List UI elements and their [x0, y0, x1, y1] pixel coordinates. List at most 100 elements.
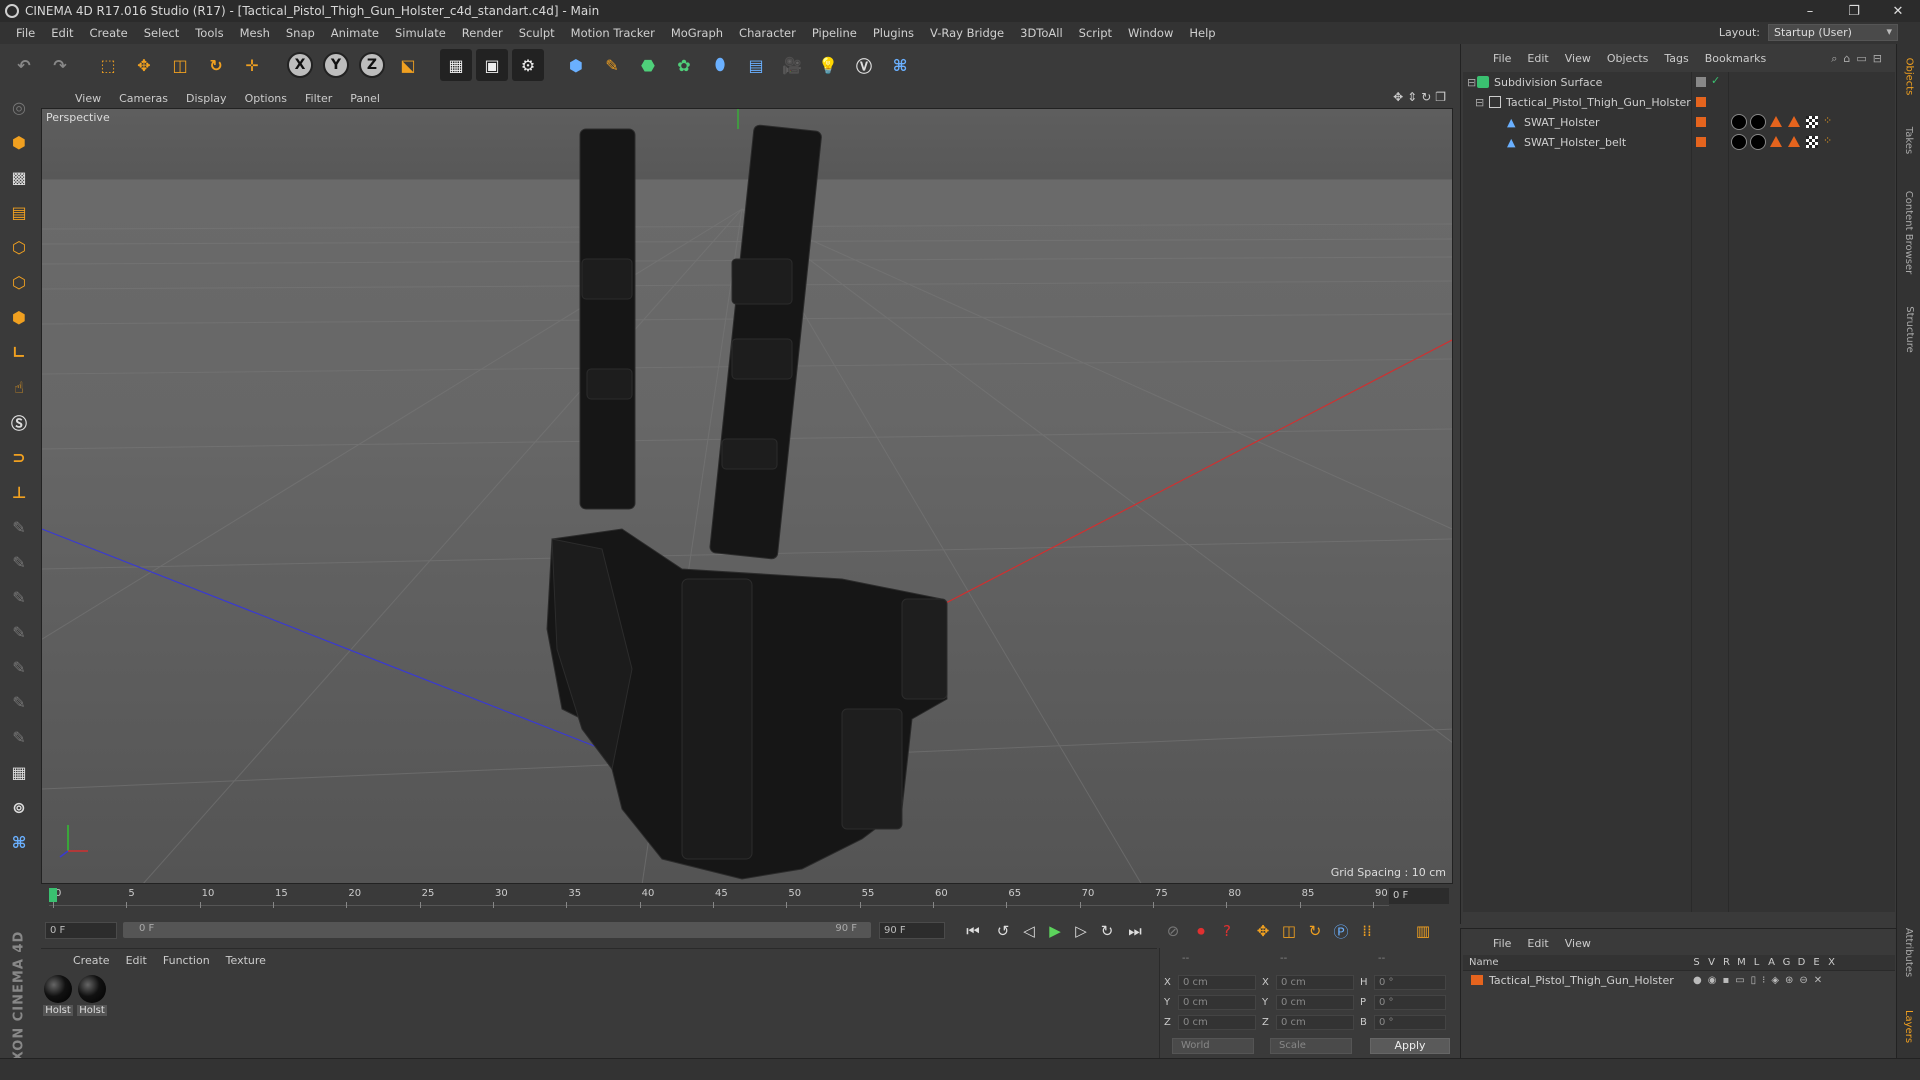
- magnet-icon[interactable]: ⊚: [4, 792, 34, 822]
- viewport-navigation-icons[interactable]: ✥⇕↻❐: [1393, 90, 1450, 104]
- record-parameter-icon[interactable]: Ⓟ: [1329, 920, 1353, 942]
- layer-color-icon[interactable]: [1696, 117, 1706, 127]
- coordinate-type-dropdown[interactable]: Scale: [1270, 1038, 1352, 1054]
- subdivision-generator-icon[interactable]: ⬣: [632, 49, 664, 81]
- sculpt-smooth-icon[interactable]: ✎: [4, 582, 34, 612]
- recent-tool-icon[interactable]: ✛: [236, 49, 268, 81]
- layer-toggle-icons[interactable]: ●◉▪▭▯⁝◈⊛⊖✕: [1693, 975, 1828, 986]
- autokey-icon[interactable]: ⏺: [1189, 920, 1213, 942]
- menu-vray-bridge[interactable]: V-Ray Bridge: [922, 26, 1012, 40]
- tab-attributes[interactable]: Attributes: [1897, 912, 1920, 992]
- end-frame-field[interactable]: 90 F: [879, 922, 945, 939]
- rotation-p-field[interactable]: 0 °: [1374, 994, 1446, 1010]
- layers-menu-edit[interactable]: Edit: [1519, 937, 1556, 950]
- material-swatch[interactable]: Holst: [43, 975, 73, 1016]
- layers-menu-view[interactable]: View: [1557, 937, 1599, 950]
- material-swatch[interactable]: Holst: [77, 975, 107, 1016]
- enabled-check-icon[interactable]: ✓: [1711, 74, 1720, 87]
- live-selection-icon[interactable]: ⬚: [92, 49, 124, 81]
- brush-icon[interactable]: ✎: [4, 512, 34, 542]
- menu-window[interactable]: Window: [1120, 26, 1181, 40]
- viewport-menu-filter[interactable]: Filter: [296, 92, 341, 105]
- tab-objects[interactable]: Objects: [1897, 46, 1920, 106]
- object-row[interactable]: ▲ SWAT_Holster ⁘: [1463, 112, 1893, 132]
- menu-select[interactable]: Select: [136, 26, 187, 40]
- size-y-field[interactable]: 0 cm: [1276, 994, 1354, 1010]
- texture-mode-icon[interactable]: ▩: [4, 162, 34, 192]
- coordinate-mode-dropdown[interactable]: World: [1172, 1038, 1254, 1054]
- position-y-field[interactable]: 0 cm: [1178, 994, 1256, 1010]
- selection-tag-icon[interactable]: ⁘: [1823, 134, 1832, 147]
- restore-button[interactable]: ❐: [1832, 0, 1876, 22]
- menu-mograph[interactable]: MoGraph: [663, 26, 731, 40]
- selection-tag-icon[interactable]: ⁘: [1823, 114, 1832, 127]
- model-mode-icon[interactable]: ⬢: [4, 127, 34, 157]
- coordinate-system-icon[interactable]: ⬕: [392, 49, 424, 81]
- objects-menu-view[interactable]: View: [1557, 52, 1599, 65]
- x-axis-lock-button[interactable]: X: [287, 52, 313, 78]
- rotate-tool-icon[interactable]: ↻: [200, 49, 232, 81]
- collapse-icon[interactable]: ⊟: [1463, 76, 1477, 89]
- record-scale-icon[interactable]: ◫: [1277, 920, 1301, 942]
- menu-snap[interactable]: Snap: [278, 26, 323, 40]
- layer-row[interactable]: Tactical_Pistol_Thigh_Gun_Holster ●◉▪▭▯⁝…: [1463, 972, 1895, 988]
- scale-tool-icon[interactable]: ◫: [164, 49, 196, 81]
- python-icon[interactable]: ⌘: [884, 49, 916, 81]
- layer-color-icon[interactable]: [1696, 137, 1706, 147]
- rotation-b-field[interactable]: 0 °: [1374, 1014, 1446, 1030]
- material-menu-texture[interactable]: Texture: [218, 954, 274, 967]
- camera-icon[interactable]: 🎥: [776, 49, 808, 81]
- floor-icon[interactable]: ▤: [740, 49, 772, 81]
- close-button[interactable]: ✕: [1876, 0, 1920, 22]
- snap-icon[interactable]: ⊃: [4, 442, 34, 472]
- workplane-icon[interactable]: ⊥: [4, 477, 34, 507]
- menu-pipeline[interactable]: Pipeline: [804, 26, 865, 40]
- redo-icon[interactable]: ↷: [44, 49, 76, 81]
- object-row[interactable]: ⊟ Tactical_Pistol_Thigh_Gun_Holster: [1463, 92, 1893, 112]
- menu-mesh[interactable]: Mesh: [232, 26, 278, 40]
- object-row[interactable]: ▲ SWAT_Holster_belt ⁘: [1463, 132, 1893, 152]
- size-z-field[interactable]: 0 cm: [1276, 1014, 1354, 1030]
- viewport-menu-options[interactable]: Options: [236, 92, 296, 105]
- record-pla-icon[interactable]: ⁞⁞: [1355, 920, 1379, 942]
- start-frame-field[interactable]: 0 F: [45, 922, 117, 939]
- sculpt-grab-icon[interactable]: ✎: [4, 617, 34, 647]
- play-icon[interactable]: ▶: [1043, 920, 1067, 942]
- menu-sculpt[interactable]: Sculpt: [511, 26, 563, 40]
- render-picture-viewer-icon[interactable]: ▣: [476, 49, 508, 81]
- tab-content-browser[interactable]: Content Browser: [1897, 172, 1920, 292]
- material-menu-function[interactable]: Function: [155, 954, 218, 967]
- render-settings-icon[interactable]: ⚙: [512, 49, 544, 81]
- python-script-icon[interactable]: ⌘: [4, 827, 34, 857]
- tab-layers[interactable]: Layers: [1897, 996, 1920, 1056]
- tab-structure[interactable]: Structure: [1897, 294, 1920, 364]
- make-editable-icon[interactable]: ◎: [4, 92, 34, 122]
- viewport-menu-cameras[interactable]: Cameras: [110, 92, 177, 105]
- layout-select[interactable]: Startup (User): [1768, 24, 1898, 41]
- previous-frame-icon[interactable]: ◁: [1017, 920, 1041, 942]
- viewport-menu-view[interactable]: View: [66, 92, 110, 105]
- record-rotation-icon[interactable]: ↻: [1303, 920, 1327, 942]
- undo-icon[interactable]: ↶: [8, 49, 40, 81]
- menu-character[interactable]: Character: [731, 26, 804, 40]
- tweak-mode-icon[interactable]: ☝: [4, 372, 34, 402]
- texture-tag-icon[interactable]: [1806, 136, 1818, 148]
- material-tag-icon[interactable]: [1750, 114, 1766, 130]
- previous-key-icon[interactable]: ↺: [991, 920, 1015, 942]
- z-axis-lock-button[interactable]: Z: [359, 52, 385, 78]
- material-tag-icon[interactable]: [1731, 114, 1747, 130]
- position-x-field[interactable]: 0 cm: [1178, 974, 1256, 990]
- y-axis-lock-button[interactable]: Y: [323, 52, 349, 78]
- sculpt-knife-icon[interactable]: ✎: [4, 722, 34, 752]
- viewport-menu-panel[interactable]: Panel: [341, 92, 389, 105]
- go-to-end-icon[interactable]: ⏭: [1123, 920, 1147, 942]
- menu-simulate[interactable]: Simulate: [387, 26, 454, 40]
- lock-grid-icon[interactable]: ▦: [4, 757, 34, 787]
- object-list[interactable]: ⊟ Subdivision Surface ✓ ⊟ Tactical_Pisto…: [1463, 72, 1895, 912]
- size-x-field[interactable]: 0 cm: [1276, 974, 1354, 990]
- layer-color-icon[interactable]: [1696, 97, 1706, 107]
- object-row[interactable]: ⊟ Subdivision Surface ✓: [1463, 72, 1893, 92]
- tab-takes[interactable]: Takes: [1897, 110, 1920, 170]
- sculpt-flatten-icon[interactable]: ✎: [4, 652, 34, 682]
- sculpt-pull-icon[interactable]: ✎: [4, 547, 34, 577]
